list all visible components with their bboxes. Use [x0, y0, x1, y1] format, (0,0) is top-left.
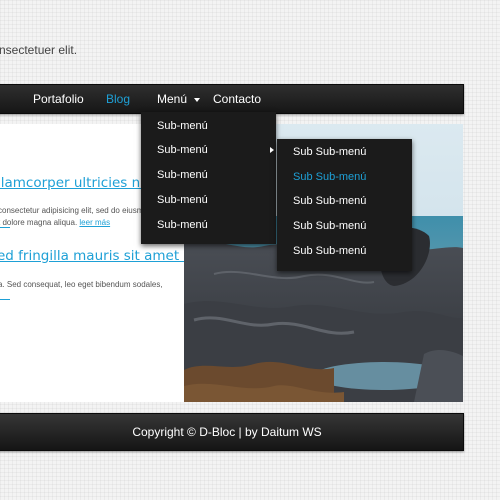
sub-submenu-item-4[interactable]: Sub Sub-menú	[293, 220, 366, 232]
submenu-item-1[interactable]: Sub-menú	[157, 120, 208, 132]
submenu-item-5[interactable]: Sub-menú	[157, 219, 208, 231]
sub-submenu-dropdown: Sub Sub-menú Sub Sub-menú Sub Sub-menú S…	[277, 139, 412, 271]
post-divider	[0, 227, 10, 228]
post-divider	[0, 299, 10, 300]
menu-dropdown: Sub-menú Sub-menú Sub-menú Sub-menú Sub-…	[141, 112, 276, 244]
submenu-item-4[interactable]: Sub-menú	[157, 194, 208, 206]
submenu-item-3[interactable]: Sub-menú	[157, 169, 208, 181]
post-excerpt-1-line1: consectetur adipisicing elit, sed do eiu…	[0, 206, 144, 215]
nav-item-menu[interactable]: Menú	[157, 85, 201, 113]
site-tagline: nsectetuer elit.	[0, 43, 78, 57]
post-excerpt-2-line1: a. Sed consequat, leo eget bibendum soda…	[0, 280, 163, 289]
submenu-item-2[interactable]: Sub-menú	[157, 144, 208, 156]
chevron-down-icon	[194, 97, 201, 102]
nav-item-menu-label: Menú	[157, 92, 188, 106]
sub-submenu-item-1[interactable]: Sub Sub-menú	[293, 146, 366, 158]
nav-item-blog[interactable]: Blog	[106, 85, 130, 113]
post-title-1[interactable]: llamcorper ultricies nisi	[0, 175, 155, 191]
nav-item-contacto[interactable]: Contacto	[213, 85, 261, 113]
nav-item-portafolio[interactable]: Portafolio	[33, 85, 84, 113]
post-title-2[interactable]: ed fringilla mauris sit amet nibh	[0, 248, 184, 264]
footer-copyright: Copyright © D-Bloc | by Daitum WS	[132, 425, 322, 439]
main-navbar: Portafolio Blog Menú Contacto	[0, 84, 464, 114]
sub-submenu-item-5[interactable]: Sub Sub-menú	[293, 245, 366, 257]
post-excerpt-1-line2: t dolore magna aliqua. leer más	[0, 218, 111, 227]
read-more-link[interactable]: leer más	[79, 218, 110, 227]
sub-submenu-item-2[interactable]: Sub Sub-menú	[293, 171, 366, 183]
chevron-right-icon	[270, 147, 274, 153]
sub-submenu-item-3[interactable]: Sub Sub-menú	[293, 195, 366, 207]
site-footer: Copyright © D-Bloc | by Daitum WS	[0, 413, 464, 451]
